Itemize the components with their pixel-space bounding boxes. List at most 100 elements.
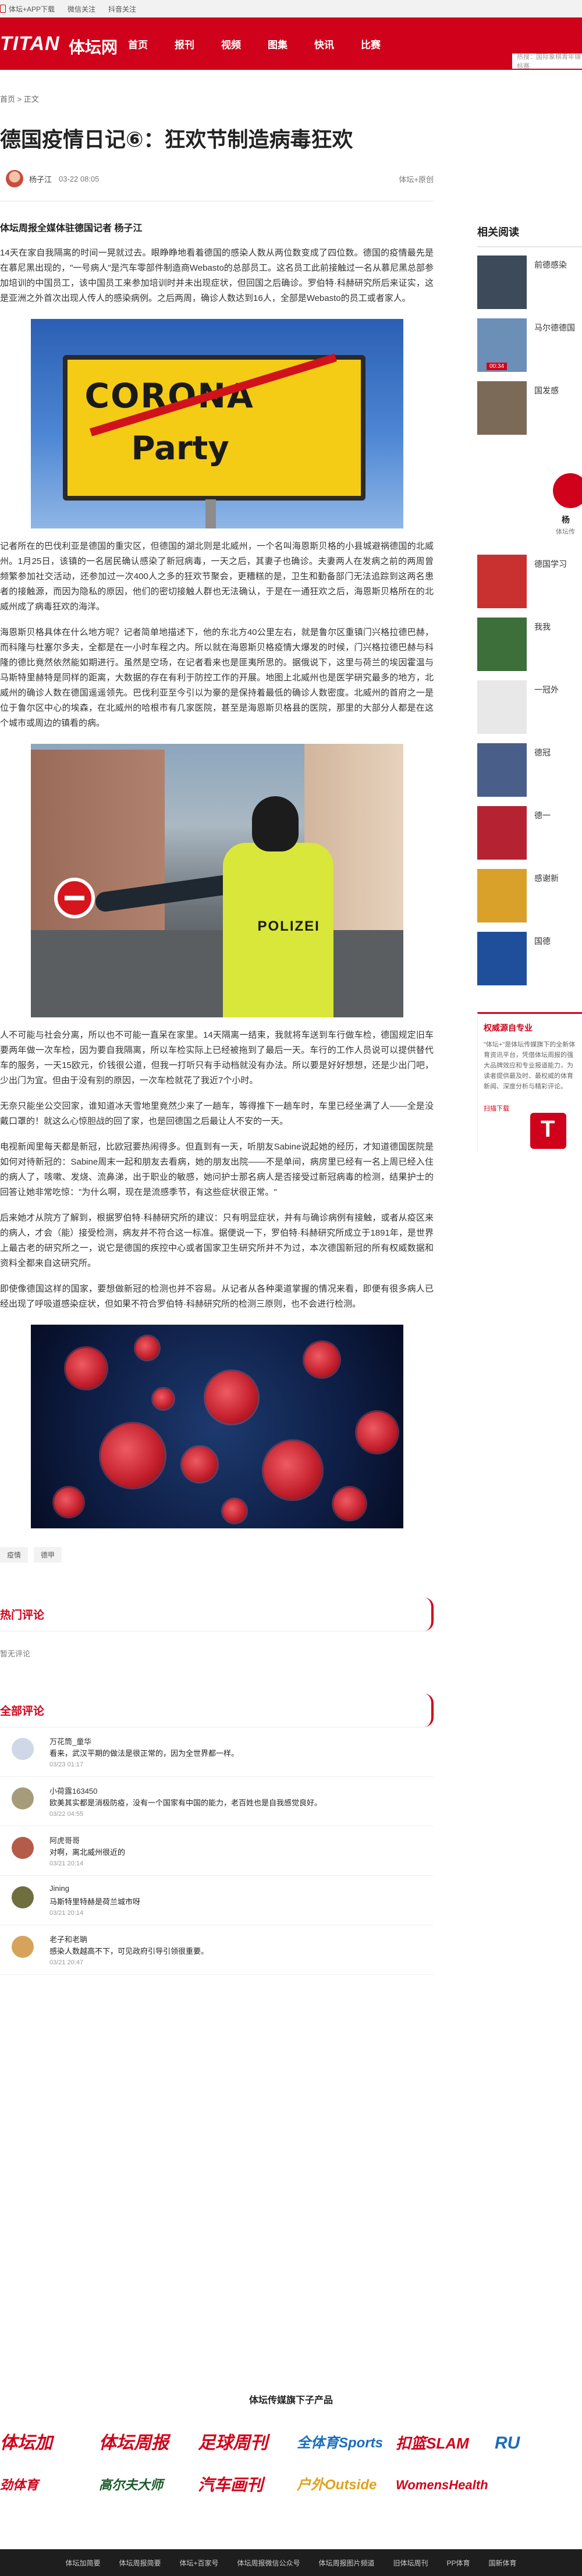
brand-logo[interactable]: 体坛加 <box>0 2429 99 2458</box>
author-avatar[interactable] <box>6 170 23 187</box>
brand-logo[interactable]: 足球周刊 <box>198 2429 297 2458</box>
stop-bar <box>64 896 84 900</box>
paragraph: 即使像德国这样的国家，要想做新冠的检测也并不容易。从记者从各种渠道掌握的情况来看… <box>0 1284 434 1309</box>
logo-en: TITAN <box>0 33 60 55</box>
related-item[interactable]: 感谢新 <box>477 869 582 932</box>
no-comment-text: 暂无评论 <box>0 1649 31 1658</box>
nav-item-matches[interactable]: 比赛 <box>361 37 381 51</box>
tag[interactable]: 德甲 <box>34 1547 62 1563</box>
related-item[interactable]: 我我 <box>477 618 582 680</box>
related-thumbnail[interactable] <box>477 869 527 922</box>
source-label: 体坛+原创 <box>399 175 434 184</box>
related-title[interactable]: 德一 <box>534 810 582 821</box>
brand-logo[interactable]: 全体育Sports <box>297 2429 396 2458</box>
related-item[interactable]: 德国学习 <box>477 555 582 618</box>
paragraph: 记者所在的巴伐利亚是德国的重灾区，但德国的湖北则是北威州，一个名叫海恩斯贝格的小… <box>0 541 434 612</box>
related-thumbnail[interactable] <box>477 743 527 797</box>
footer-link[interactable]: 体坛周报简要 <box>119 2558 161 2568</box>
related-title[interactable]: 德国学习 <box>534 558 582 570</box>
virus-particle <box>182 1447 217 1482</box>
brand-logo[interactable]: 户外Outside <box>297 2471 396 2500</box>
hot-comments-title: 热门评论 <box>0 1598 434 1631</box>
divider <box>477 246 582 247</box>
nav-item-gallery[interactable]: 图集 <box>268 37 288 51</box>
all-comments-title: 全部评论 <box>0 1694 434 1727</box>
footer-link[interactable]: 国新体育 <box>489 2558 517 2568</box>
virus-particle <box>65 1348 107 1389</box>
related-thumbnail[interactable] <box>477 806 527 860</box>
related-thumbnail[interactable] <box>477 256 527 309</box>
related-title[interactable]: 国德 <box>534 935 582 947</box>
article-meta: 杨子江 03-22 08:05 体坛+原创 <box>0 167 434 190</box>
promo-download-link[interactable]: 扫描下载 <box>484 1104 582 1113</box>
related-title[interactable]: 感谢新 <box>534 872 582 884</box>
related-title[interactable]: 前德感染 <box>534 259 582 271</box>
commenter-avatar[interactable] <box>12 1738 34 1760</box>
commenter-avatar[interactable] <box>12 1936 34 1958</box>
search-input[interactable]: 热搜：国际象棋青年锦标赛 <box>512 54 582 70</box>
commenter-name[interactable]: 小荷露163450 <box>49 1785 97 1796</box>
commenter-avatar[interactable] <box>12 1837 34 1859</box>
related-item[interactable]: 德一 <box>477 806 582 869</box>
breadcrumb[interactable]: 首页 > 正文 <box>0 93 39 104</box>
commenter-name[interactable]: 阿虎哥哥 <box>49 1835 80 1846</box>
footer-link[interactable]: 体坛周报微信公众号 <box>237 2558 300 2568</box>
app-download-link[interactable]: 体坛+APP下载 <box>0 4 55 14</box>
related-title[interactable]: 德冠 <box>534 747 582 758</box>
commenter-name[interactable]: Jining <box>49 1884 69 1893</box>
related-thumbnail[interactable] <box>477 555 527 608</box>
brand-logo[interactable]: 扣篮SLAM <box>396 2429 495 2458</box>
brand-logo[interactable]: RU <box>495 2429 582 2458</box>
related-title[interactable]: 一冠外 <box>534 684 582 696</box>
virus-image <box>30 1325 403 1528</box>
related-title[interactable]: 马尔德德国 <box>534 322 582 333</box>
virus-particle <box>205 1371 258 1424</box>
brand-logo[interactable]: 体坛周报 <box>99 2429 198 2458</box>
brand-logo[interactable]: 汽车画刊 <box>198 2471 297 2500</box>
related-thumbnail[interactable] <box>477 618 527 671</box>
related-item[interactable]: 国德 <box>477 932 582 995</box>
app-logo-icon[interactable] <box>530 1113 566 1149</box>
related-item[interactable]: 国发感 <box>477 381 582 444</box>
related-title[interactable]: 国发感 <box>534 385 582 396</box>
brand-logo[interactable]: 高尔夫大师 <box>99 2471 198 2500</box>
footer-link[interactable]: 体坛周报图片频道 <box>319 2558 375 2568</box>
related-thumbnail[interactable] <box>477 932 527 985</box>
related-thumbnail[interactable] <box>477 381 527 435</box>
footer-link[interactable]: 体坛加简要 <box>65 2558 100 2568</box>
commenter-name[interactable]: 老子和老聃 <box>49 1933 87 1945</box>
footer-link[interactable]: 旧体坛周刊 <box>393 2558 428 2568</box>
promo-desc: "体坛+"是体坛传媒旗下的全新体育资讯平台，凭借体坛周报的强大品牌效应和专业报道… <box>484 1041 576 1090</box>
publish-date: 03-22 08:05 <box>59 174 100 183</box>
article-main: 德国疫情日记⑥：狂欢节制造病毒狂欢 杨子江 03-22 08:05 体坛+原创 … <box>0 125 434 1975</box>
author-avatar-large[interactable] <box>553 473 582 508</box>
nav-item-video[interactable]: 视频 <box>221 37 241 51</box>
footer-link[interactable]: 体坛+百家号 <box>179 2558 218 2568</box>
nav-item-newspapers[interactable]: 报刊 <box>175 37 194 51</box>
wechat-follow-link[interactable]: 微信关注 <box>68 4 95 14</box>
douyin-follow-link[interactable]: 抖音关注 <box>108 4 136 14</box>
tag[interactable]: 疫情 <box>0 1547 29 1563</box>
nav-item-home[interactable]: 首页 <box>128 37 148 51</box>
promo-title: 权威源自专业 <box>484 1023 533 1032</box>
commenter-name[interactable]: 万花筒_童华 <box>49 1736 91 1747</box>
site-logo[interactable]: TITAN 体坛网 <box>0 28 122 58</box>
related-item[interactable]: 00:34 马尔德德国 <box>477 318 582 381</box>
related-thumbnail[interactable] <box>477 680 527 734</box>
comment-text: 感染人数越高不下，可见政府引导引领很重要。 <box>49 1947 209 1956</box>
brand-logo[interactable]: WomensHealth <box>396 2471 495 2500</box>
commenter-avatar[interactable] <box>12 1886 34 1908</box>
author-card-name[interactable]: 杨 <box>562 514 570 526</box>
related-item[interactable]: 德冠 <box>477 743 582 806</box>
footer-link[interactable]: PP体育 <box>447 2558 470 2568</box>
hot-comments-section: 热门评论 暂无评论 <box>0 1598 434 1659</box>
related-item[interactable]: 前德感染 <box>477 256 582 318</box>
commenter-avatar[interactable] <box>12 1787 34 1809</box>
app-download-label: 体坛+APP下载 <box>9 5 55 13</box>
related-title[interactable]: 我我 <box>534 621 582 633</box>
nav-item-news-flash[interactable]: 快讯 <box>314 37 334 51</box>
brands-grid: 体坛加 体坛周报 足球周刊 全体育Sports 扣篮SLAM RU 劲体育 高尔… <box>0 2429 582 2500</box>
related-item[interactable]: 一冠外 <box>477 680 582 743</box>
author-name[interactable]: 杨子江 <box>29 173 52 184</box>
brand-logo[interactable]: 劲体育 <box>0 2471 99 2500</box>
